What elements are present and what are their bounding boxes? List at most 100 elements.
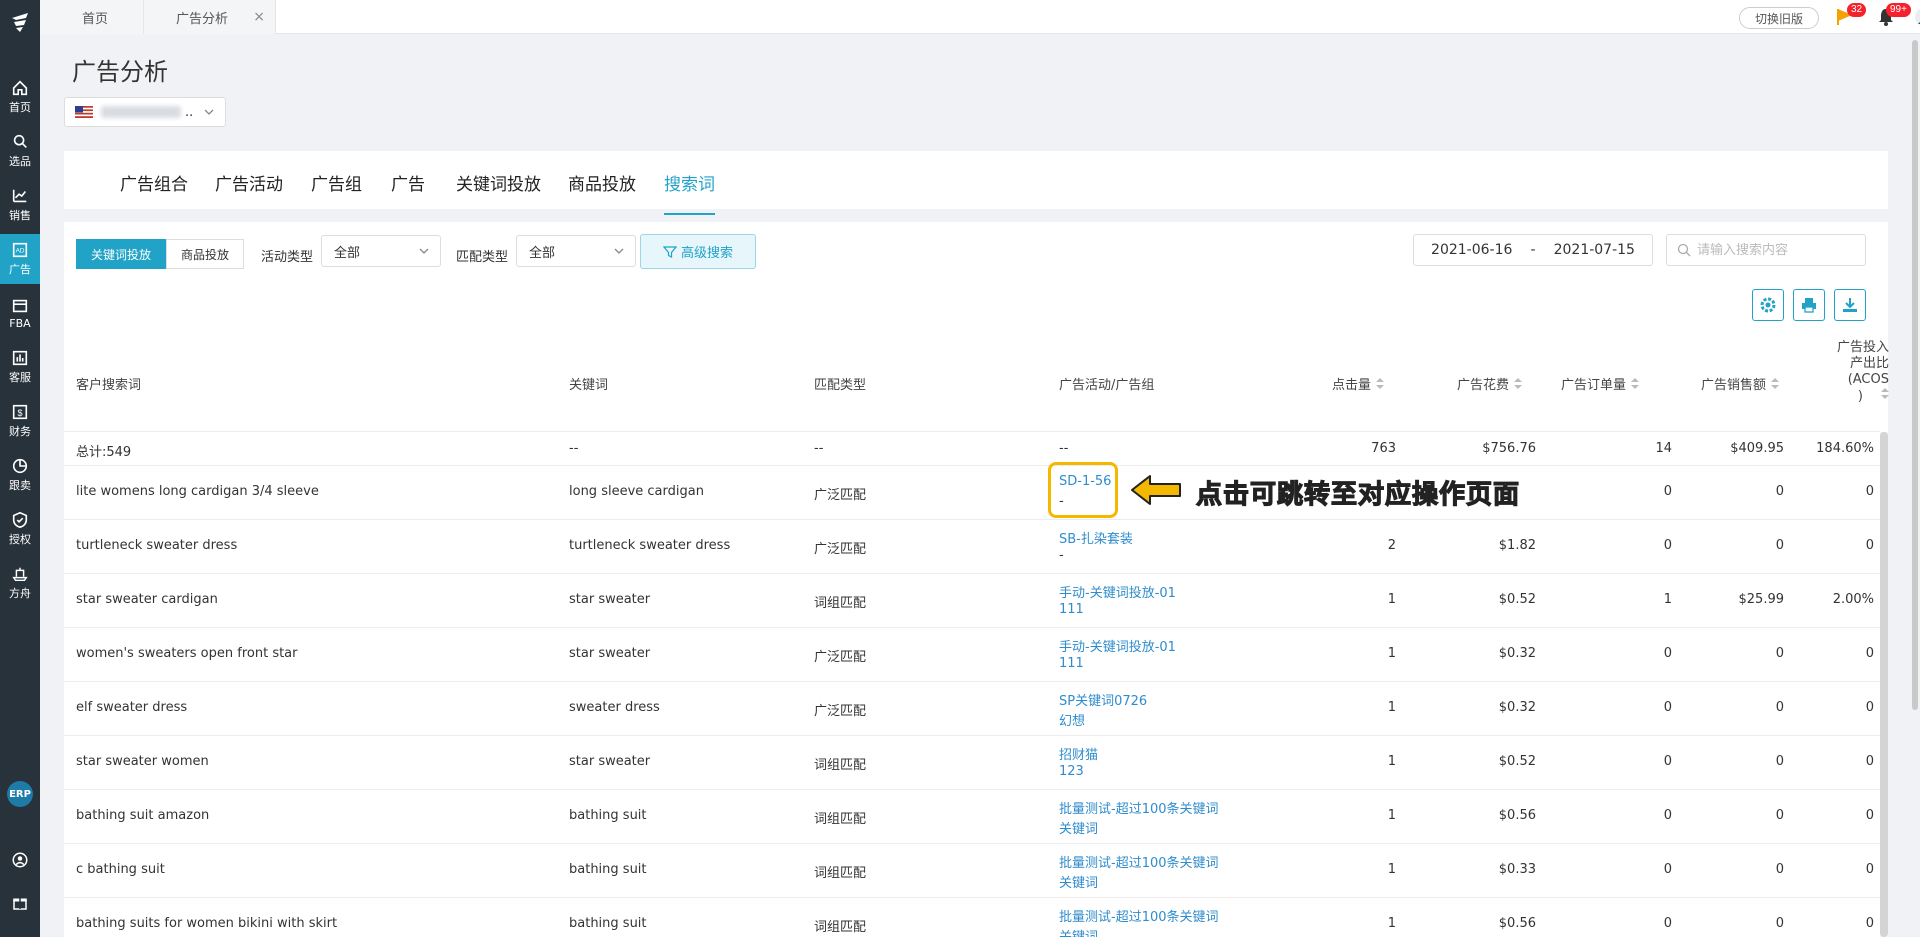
cell-match-type: 词组匹配 (814, 758, 867, 773)
tab-product-targeting[interactable]: 商品投放 (568, 170, 636, 195)
total-match: -- (814, 441, 824, 456)
date-range-picker[interactable]: 2021-06-16 - 2021-07-15 (1413, 234, 1653, 266)
switch-version-button[interactable]: 切换旧版 (1739, 7, 1819, 29)
campaign-link[interactable]: SP关键词0726 (1059, 690, 1147, 709)
ad-group-link[interactable]: 123 (1059, 764, 1084, 779)
tab-portfolio[interactable]: 广告组合 (120, 170, 188, 195)
sidebar-item[interactable]: 首页 (0, 72, 40, 122)
row-divider (64, 897, 1880, 898)
sidebar-item[interactable]: 跟卖 (0, 450, 40, 500)
seg-keyword-button[interactable]: 关键词投放 (76, 239, 167, 269)
search-input[interactable] (1697, 242, 1857, 258)
match-type-select[interactable]: 全部 (516, 235, 636, 267)
support-icon[interactable] (11, 851, 29, 869)
cell-match-type: 广泛匹配 (814, 650, 867, 665)
print-button[interactable] (1793, 289, 1825, 321)
cell-keyword: bathing suit (569, 808, 647, 823)
logo-icon (12, 13, 28, 32)
table-scrollbar[interactable] (1880, 432, 1888, 937)
cell-spend: $0.52 (1498, 754, 1536, 769)
sidebar-item[interactable]: 销售 (0, 180, 40, 230)
header-clicks[interactable]: 点击量 (1332, 374, 1385, 393)
header-orders[interactable]: 广告订单量 (1561, 374, 1640, 393)
campaign-link[interactable]: 手动-关键词投放-01 (1059, 582, 1176, 601)
flag-notice[interactable]: 32 (1835, 3, 1867, 27)
sidebar-item[interactable]: 方舟 (0, 558, 40, 608)
cell-spend: $0.52 (1498, 592, 1536, 607)
ad-group-link[interactable]: 关键词 (1059, 818, 1098, 837)
campaign-link[interactable]: 手动-关键词投放-01 (1059, 636, 1176, 655)
cell-orders: 0 (1663, 484, 1672, 499)
search-terms-panel: 关键词投放 商品投放 活动类型 全部 匹配类型 全部 高级搜索 2021-06-… (64, 222, 1889, 937)
cell-acos: 0 (1865, 700, 1874, 715)
top-tab-bar: 首页 广告分析 × 切换旧版 32 99+ (40, 0, 1920, 34)
tab-campaign[interactable]: 广告活动 (215, 170, 283, 195)
match-type-label: 匹配类型 (456, 250, 509, 265)
store-name-redacted (101, 106, 181, 118)
ad-group-link[interactable]: 关键词 (1059, 872, 1098, 891)
top-tab-label: 广告分析 (176, 11, 229, 27)
sidebar-item[interactable]: 授权 (0, 504, 40, 554)
campaign-type-select[interactable]: 全部 (321, 235, 441, 267)
user-avatar[interactable] (1914, 7, 1920, 27)
settings-button[interactable] (1752, 289, 1784, 321)
header-spend[interactable]: 广告花费 (1457, 374, 1523, 393)
sidebar-item[interactable]: 选品 (0, 126, 40, 176)
cell-clicks: 1 (1387, 808, 1396, 823)
header-sales[interactable]: 广告销售额 (1701, 374, 1780, 393)
campaign-link[interactable]: 批量测试-超过100条关键词 (1059, 798, 1219, 817)
gift-icon[interactable] (11, 894, 29, 912)
download-button[interactable] (1834, 289, 1866, 321)
ad-group-link[interactable]: 111 (1059, 656, 1084, 671)
cell-keyword: star sweater (569, 754, 651, 769)
seg-product-button[interactable]: 商品投放 (166, 239, 245, 269)
close-icon[interactable]: × (253, 9, 265, 25)
ad-group-link[interactable]: 幻想 (1059, 710, 1085, 729)
cell-search-term: turtleneck sweater dress (76, 538, 238, 553)
sidebar-item[interactable]: 客服 (0, 342, 40, 392)
annotation-highlight-box (1048, 462, 1118, 518)
sidebar-item[interactable]: AD 广告 (0, 234, 40, 284)
campaign-link[interactable]: 招财猫 (1059, 744, 1098, 763)
ad-group-link[interactable]: 111 (1059, 602, 1084, 617)
header-keyword: 关键词 (569, 374, 608, 393)
total-keyword: -- (569, 441, 579, 456)
store-select[interactable]: .. (64, 97, 226, 127)
targeting-toggle: 关键词投放 商品投放 (76, 239, 245, 269)
header-label: 客户搜索词 (76, 378, 142, 393)
search-box[interactable] (1666, 234, 1866, 266)
notification-bell[interactable]: 99+ (1876, 3, 1911, 27)
cell-spend: $0.33 (1498, 862, 1536, 877)
ad-group-link[interactable]: 关键词 (1059, 926, 1098, 937)
sidebar-item[interactable]: $ 财务 (0, 396, 40, 446)
total-clicks: 763 (1371, 441, 1396, 456)
top-tab-ad-analysis[interactable]: 广告分析 × (144, 0, 276, 34)
sort-icon (1771, 377, 1780, 390)
cell-search-term: elf sweater dress (76, 700, 188, 715)
tab-ad-group[interactable]: 广告组 (311, 170, 362, 195)
cell-search-term: star sweater women (76, 754, 209, 769)
date-start: 2021-06-16 (1431, 242, 1513, 258)
sidebar: 首页 选品 销售 AD 广告 FBA 客服 $ 财务 跟卖 授权 方舟 ERP (0, 0, 40, 937)
svg-text:AD: AD (16, 248, 25, 255)
campaign-link[interactable]: 批量测试-超过100条关键词 (1059, 906, 1219, 925)
sidebar-item[interactable]: FBA (0, 288, 40, 338)
erp-badge[interactable]: ERP (7, 781, 33, 807)
page-scrollbar[interactable] (1912, 40, 1918, 710)
top-tab-home[interactable]: 首页 (40, 0, 144, 34)
advanced-search-button[interactable]: 高级搜索 (640, 234, 756, 269)
cell-acos: 0 (1865, 916, 1874, 931)
campaign-link[interactable]: SB-扎染套装 (1059, 528, 1133, 547)
download-icon (1843, 298, 1857, 312)
tab-ad[interactable]: 广告 (391, 170, 425, 195)
cell-acos: 0 (1865, 754, 1874, 769)
campaign-link[interactable]: 批量测试-超过100条关键词 (1059, 852, 1219, 871)
shield-icon (12, 511, 28, 529)
sidebar-item-label: 财务 (9, 425, 31, 438)
header-acos[interactable]: 广告投入 产出比 (ACOS ) (1809, 340, 1889, 405)
cell-match-type: 词组匹配 (814, 596, 867, 611)
tab-keyword-targeting[interactable]: 关键词投放 (456, 170, 541, 195)
tab-search-terms[interactable]: 搜索词 (664, 170, 715, 215)
header-label: 匹配类型 (814, 378, 867, 393)
chevron-down-icon (204, 109, 214, 115)
